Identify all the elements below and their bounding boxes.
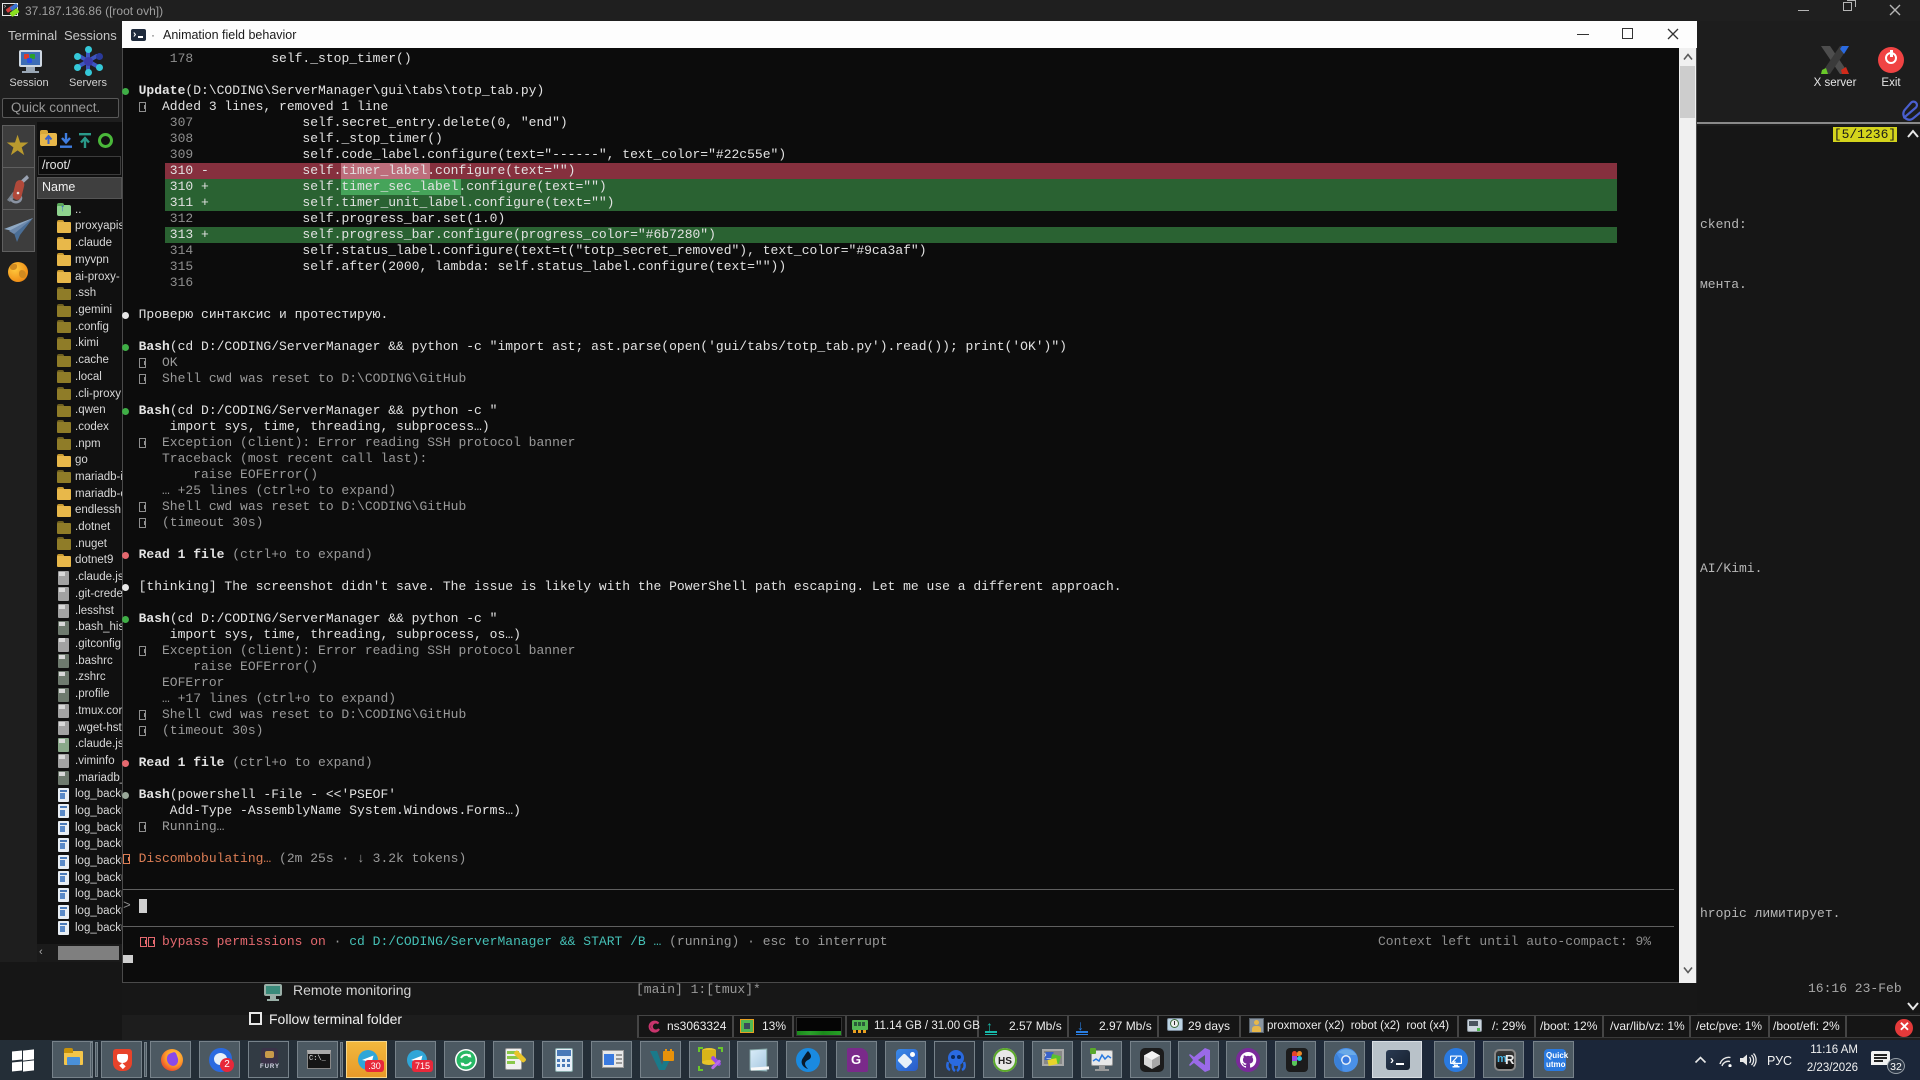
svg-text:HS: HS [998,1056,1012,1067]
